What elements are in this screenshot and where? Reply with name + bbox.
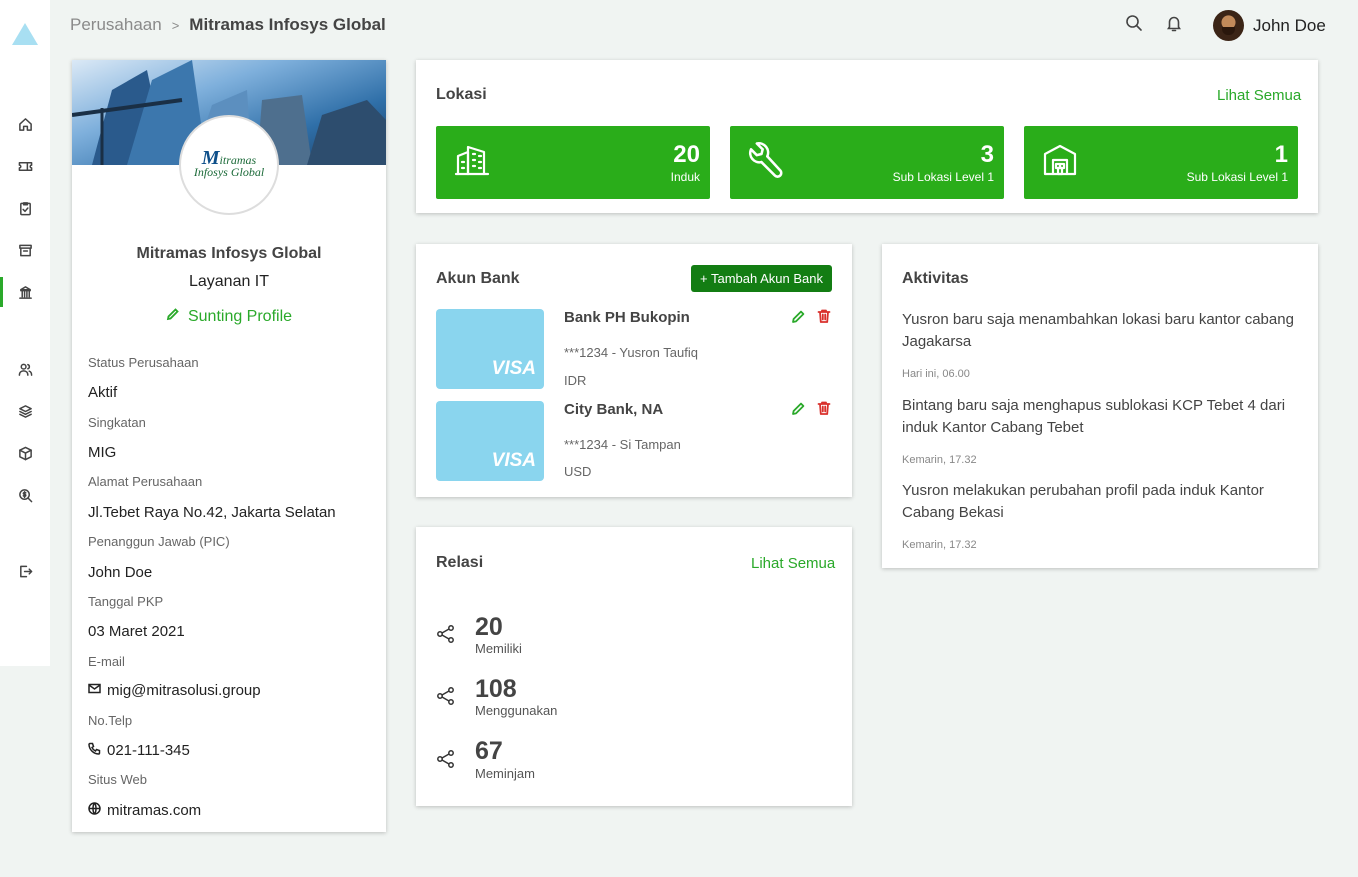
bank-account: ***1234 - Yusron Taufiq xyxy=(564,345,698,360)
user-name: John Doe xyxy=(1253,15,1326,35)
field-label-address: Alamat Perusahaan xyxy=(88,474,203,489)
relasi-card: Relasi Lihat Semua 20 Memiliki 108 Mengg… xyxy=(416,527,852,806)
field-label-email: E-mail xyxy=(88,654,125,669)
aktivitas-title: Aktivitas xyxy=(902,270,969,287)
field-email[interactable]: mig@mitrasolusi.group xyxy=(88,682,261,699)
bank-currency: IDR xyxy=(564,373,587,388)
add-bank-account-button[interactable]: + Tambah Akun Bank xyxy=(691,265,832,292)
activity-text: Yusron melakukan perubahan profil pada i… xyxy=(902,482,1264,521)
company-service: Layanan IT xyxy=(188,273,270,290)
company-logo: Mitramas Infosys Global xyxy=(179,115,279,215)
field-label-pic: Penanggun Jawab (PIC) xyxy=(88,534,230,549)
lokasi-see-all-link[interactable]: Lihat Semua xyxy=(1217,87,1301,104)
edit-pencil-icon[interactable] xyxy=(790,401,806,417)
bank-name: City Bank, NA xyxy=(564,401,664,418)
lokasi-sub1-label: Sub Lokasi Level 1 xyxy=(892,170,994,184)
field-website[interactable]: mitramas.com xyxy=(88,802,201,819)
phone-value: 021-111-345 xyxy=(107,742,190,759)
breadcrumb-current: Mitramas Infosys Global xyxy=(189,15,386,34)
relasi-count: 67 xyxy=(475,737,503,765)
field-label-abbr: Singkatan xyxy=(88,415,146,430)
akun-bank-title: Akun Bank xyxy=(436,270,520,287)
bank-currency: USD xyxy=(564,464,592,479)
field-label-status: Status Perusahaan xyxy=(88,355,199,370)
cube-icon[interactable] xyxy=(0,438,50,468)
bank-name: Bank PH Bukopin xyxy=(564,309,690,326)
breadcrumb-parent-link[interactable]: Perusahaan xyxy=(70,15,162,35)
field-label-phone: No.Telp xyxy=(88,713,133,728)
breadcrumb: Perusahaan > Mitramas Infosys Global xyxy=(70,15,386,35)
user-menu[interactable]: John Doe xyxy=(1213,10,1326,41)
edit-pencil-icon[interactable] xyxy=(790,309,806,325)
activity-text: Bintang baru saja menghapus sublokasi KC… xyxy=(902,397,1286,436)
field-phone[interactable]: 021-111-345 xyxy=(88,742,190,759)
activity-time: Kemarin, 17.32 xyxy=(902,454,977,466)
phone-icon xyxy=(88,742,101,759)
visa-logo: VISA xyxy=(491,358,536,379)
lokasi-sub1b-count: 1 xyxy=(1274,141,1288,168)
relasi-label: Menggunakan xyxy=(475,703,558,718)
ticket-icon[interactable] xyxy=(0,151,50,181)
field-value-abbr: MIG xyxy=(88,444,117,461)
relasi-title: Relasi xyxy=(436,554,484,571)
lokasi-tile-sub-1b[interactable]: 1 Sub Lokasi Level 1 xyxy=(1024,126,1298,199)
share-icon xyxy=(436,624,456,644)
activity-time: Hari ini, 06.00 xyxy=(902,368,970,380)
relasi-count: 108 xyxy=(475,675,517,703)
clipboard-check-icon[interactable] xyxy=(0,193,50,223)
edit-profile-label: Sunting Profile xyxy=(187,307,293,325)
field-value-pic: John Doe xyxy=(88,564,153,581)
lokasi-induk-count: 20 xyxy=(673,141,700,168)
share-icon xyxy=(436,686,456,706)
field-value-address: Jl.Tebet Raya No.42, Jakarta Selatan xyxy=(88,504,336,521)
aktivitas-card: Aktivitas Yusron baru saja menambahkan l… xyxy=(882,244,1318,568)
lokasi-sub1-count: 3 xyxy=(980,141,994,168)
users-icon[interactable] xyxy=(0,354,50,384)
field-value-status: Aktif xyxy=(88,384,118,401)
breadcrumb-separator: > xyxy=(171,17,180,33)
relasi-see-all-link[interactable]: Lihat Semua xyxy=(751,555,835,572)
relasi-label: Meminjam xyxy=(475,766,535,781)
activity-text: Yusron baru saja menambahkan lokasi baru… xyxy=(902,311,1294,350)
company-profile-card: Mitramas Infosys Global Mitramas Infosys … xyxy=(72,60,386,832)
activity-time: Kemarin, 17.32 xyxy=(902,539,977,551)
relasi-count: 20 xyxy=(475,613,503,641)
field-label-pkp-date: Tanggal PKP xyxy=(88,594,164,609)
lokasi-card: Lokasi Lihat Semua 20 Induk 3 Sub Lokasi… xyxy=(416,60,1318,213)
bank-icon[interactable] xyxy=(0,277,50,307)
avatar xyxy=(1213,10,1244,41)
bank-card-image: VISA xyxy=(436,309,544,389)
akun-bank-card: Akun Bank + Tambah Akun Bank VISA Bank P… xyxy=(416,244,852,497)
lokasi-induk-label: Induk xyxy=(670,170,700,184)
bell-icon[interactable] xyxy=(1165,14,1183,32)
relasi-label: Memiliki xyxy=(475,641,522,656)
lokasi-title: Lokasi xyxy=(436,86,487,103)
lokasi-tile-sub-1[interactable]: 3 Sub Lokasi Level 1 xyxy=(730,126,1004,199)
website-value: mitramas.com xyxy=(107,802,202,819)
home-icon[interactable] xyxy=(0,109,50,139)
visa-logo: VISA xyxy=(491,450,536,471)
search-dollar-icon[interactable] xyxy=(0,480,50,510)
sidebar xyxy=(0,0,50,666)
delete-trash-icon[interactable] xyxy=(816,308,832,324)
app-logo-icon[interactable] xyxy=(11,22,39,51)
bank-card-image: VISA xyxy=(436,401,544,481)
lokasi-sub1b-label: Sub Lokasi Level 1 xyxy=(1186,170,1288,184)
logout-icon[interactable] xyxy=(0,556,50,586)
search-icon[interactable] xyxy=(1125,14,1143,32)
edit-profile-link[interactable]: Sunting Profile xyxy=(72,307,386,326)
email-value: mig@mitrasolusi.group xyxy=(107,682,261,699)
share-icon xyxy=(436,749,456,769)
pencil-icon xyxy=(166,307,180,326)
globe-icon xyxy=(88,802,101,819)
field-label-website: Situs Web xyxy=(88,772,148,787)
lokasi-tile-induk[interactable]: 20 Induk xyxy=(436,126,710,199)
mail-icon xyxy=(88,682,101,699)
delete-trash-icon[interactable] xyxy=(816,400,832,416)
bank-account: ***1234 - Si Tampan xyxy=(564,437,681,452)
archive-icon[interactable] xyxy=(0,235,50,265)
company-name: Mitramas Infosys Global xyxy=(136,245,322,262)
field-value-pkp-date: 03 Maret 2021 xyxy=(88,623,185,640)
layers-icon[interactable] xyxy=(0,396,50,426)
